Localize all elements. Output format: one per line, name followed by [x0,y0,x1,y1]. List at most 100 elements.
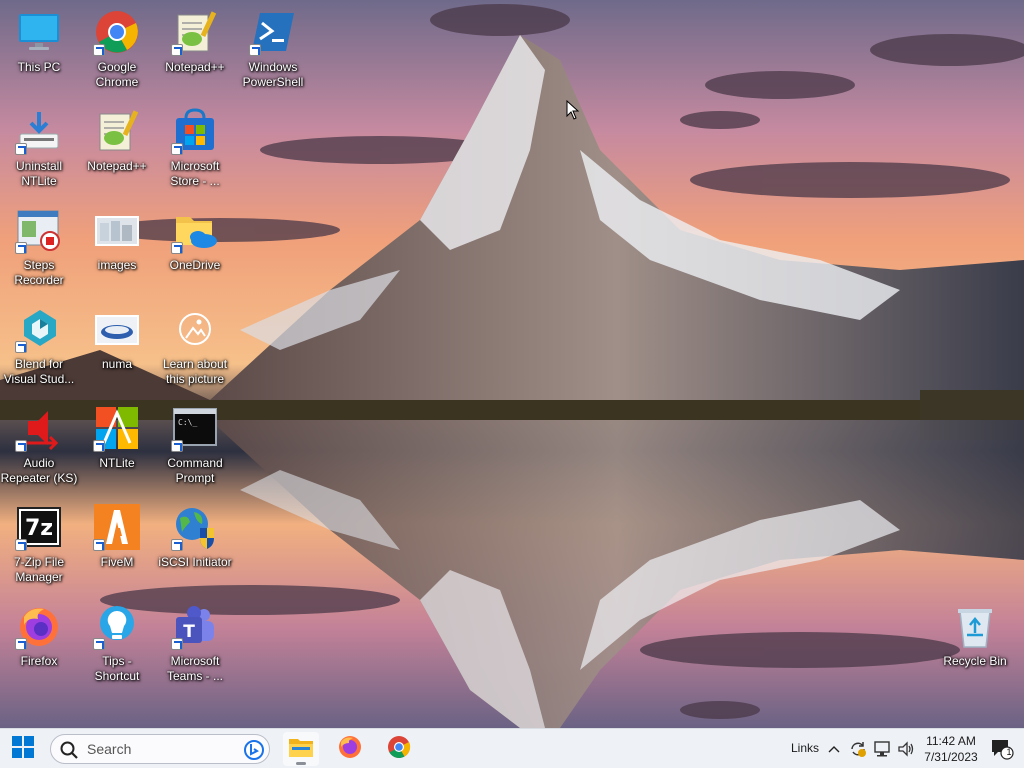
shortcut-arrow-icon [249,44,261,56]
onedrive-folder-icon [171,206,219,254]
bing-chat-icon[interactable] [243,739,265,766]
notification-center-button[interactable]: 1 [990,738,1014,760]
desktop-icon-steps-recorder[interactable]: Steps Recorder [0,202,78,296]
taskbar-app-file-explorer[interactable] [283,732,319,766]
shortcut-arrow-icon [15,143,27,155]
desktop-icon-blend[interactable]: Blend for Visual Stud... [0,301,78,395]
firefox-icon [338,735,362,764]
desktop-icon-label: Notepad++ [165,60,225,74]
svg-text:C:\_: C:\_ [178,418,197,427]
monitor-icon [15,8,63,56]
desktop-icon-label: Firefox [20,654,58,668]
shortcut-arrow-icon [171,638,183,650]
sync-icon[interactable] [849,740,867,758]
desktop-icon-label: Audio Repeater (KS) [0,456,78,485]
desktop-icon-label: This PC [17,60,61,74]
clock-date: 7/31/2023 [924,750,978,764]
desktop-icon-label: Notepad++ [87,159,147,173]
desktop-icon-microsoft-teams[interactable]: T Microsoft Teams - ... [156,598,234,692]
desktop-icon-label: Uninstall NTLite [15,159,63,188]
chrome-icon [387,735,411,764]
search-input[interactable] [87,740,237,758]
desktop-icon-label: Tips - Shortcut [94,654,140,683]
image-thumbnail-icon [93,206,141,254]
globe-shield-icon [171,503,219,551]
speaker-red-icon [15,404,63,452]
desktop-icon-label: Microsoft Teams - ... [166,654,223,683]
shortcut-arrow-icon [15,341,27,353]
chrome-icon [93,8,141,56]
shortcut-arrow-icon [15,539,27,551]
desktop-icon-learn-about-picture[interactable]: Learn about this picture [156,301,234,395]
image-thumbnail-icon [93,305,141,353]
svg-text:7z: 7z [25,516,53,541]
desktop-icon-ntlite[interactable]: NTLite [78,400,156,494]
desktop-icon-windows-powershell[interactable]: Windows PowerShell [234,4,312,98]
shortcut-arrow-icon [171,44,183,56]
taskbar-search-box[interactable] [50,734,270,764]
taskbar-app-firefox[interactable] [332,732,368,766]
file-explorer-icon [288,736,314,763]
7zip-icon: 7z [15,503,63,551]
blend-icon [15,305,63,353]
links-toolbar[interactable]: Links [791,741,819,755]
notification-count-badge: 1 [1006,747,1012,757]
desktop-icon-recycle-bin[interactable]: Recycle Bin [936,598,1014,692]
start-button[interactable] [6,733,40,765]
mouse-cursor-icon [566,99,580,125]
desktop-icon-label: numa [101,357,133,371]
desktop-icon-7zip[interactable]: 7z 7-Zip File Manager [0,499,78,593]
desktop-icon-label: Learn about this picture [162,357,228,386]
desktop-icon-images[interactable]: images [78,202,156,296]
shortcut-arrow-icon [171,440,183,452]
windows-logo-icon [12,735,34,763]
desktop-icon-command-prompt[interactable]: C:\_ Command Prompt [156,400,234,494]
desktop-icon-notepad-plus-plus-1[interactable]: Notepad++ [156,4,234,98]
notepad-plus-plus-icon [171,8,219,56]
desktop-icon-label: Blend for Visual Stud... [3,357,75,386]
desktop-icon-this-pc[interactable]: This PC [0,4,78,98]
desktop-icon-onedrive[interactable]: OneDrive [156,202,234,296]
volume-icon[interactable] [897,740,915,758]
shortcut-arrow-icon [171,539,183,551]
desktop-icon-numa[interactable]: numa [78,301,156,395]
clock-time: 11:42 AM [926,734,976,748]
desktop-icon-label: 7-Zip File Manager [13,555,64,584]
shortcut-arrow-icon [171,242,183,254]
notepad-plus-plus-icon [93,107,141,155]
taskbar-app-google-chrome[interactable] [381,732,417,766]
desktop-icon-google-chrome[interactable]: Google Chrome [78,4,156,98]
desktop-icon-label: Windows PowerShell [242,60,304,89]
taskbar: Links 11:42 AM 7/31/2023 1 [0,728,1024,768]
desktop-icon-label: FiveM [100,555,134,569]
desktop-icon-iscsi-initiator[interactable]: iSCSI Initiator [156,499,234,593]
desktop-icon-tips[interactable]: Tips - Shortcut [78,598,156,692]
svg-text:T: T [183,622,195,642]
desktop-icon-label: Steps Recorder [14,258,64,287]
desktop-icon-label: images [97,258,137,272]
desktop-icon-audio-repeater[interactable]: Audio Repeater (KS) [0,400,78,494]
lightbulb-icon [93,602,141,650]
camera-circle-icon [171,305,219,353]
desktop-icon-label: OneDrive [169,258,221,272]
network-icon[interactable] [873,740,891,758]
show-hidden-icons-chevron-up-icon[interactable] [825,740,843,758]
desktop-icon-label: Microsoft Store - ... [170,159,220,188]
desktop-icon-notepad-plus-plus-2[interactable]: Notepad++ [78,103,156,197]
firefox-icon [15,602,63,650]
system-clock[interactable]: 11:42 AM 7/31/2023 [918,733,984,765]
teams-icon: T [171,602,219,650]
terminal-icon: C:\_ [171,404,219,452]
shortcut-arrow-icon [93,440,105,452]
desktop-icon-firefox[interactable]: Firefox [0,598,78,692]
desktop-icon-label: Command Prompt [167,456,223,485]
powershell-icon [249,8,297,56]
desktop-icon-microsoft-store[interactable]: Microsoft Store - ... [156,103,234,197]
desktop-icon-uninstall-ntlite[interactable]: Uninstall NTLite [0,103,78,197]
shortcut-arrow-icon [15,242,27,254]
ntlite-icon [93,404,141,452]
shortcut-arrow-icon [93,638,105,650]
shortcut-arrow-icon [15,440,27,452]
fivem-icon [93,503,141,551]
desktop-icon-fivem[interactable]: FiveM [78,499,156,593]
